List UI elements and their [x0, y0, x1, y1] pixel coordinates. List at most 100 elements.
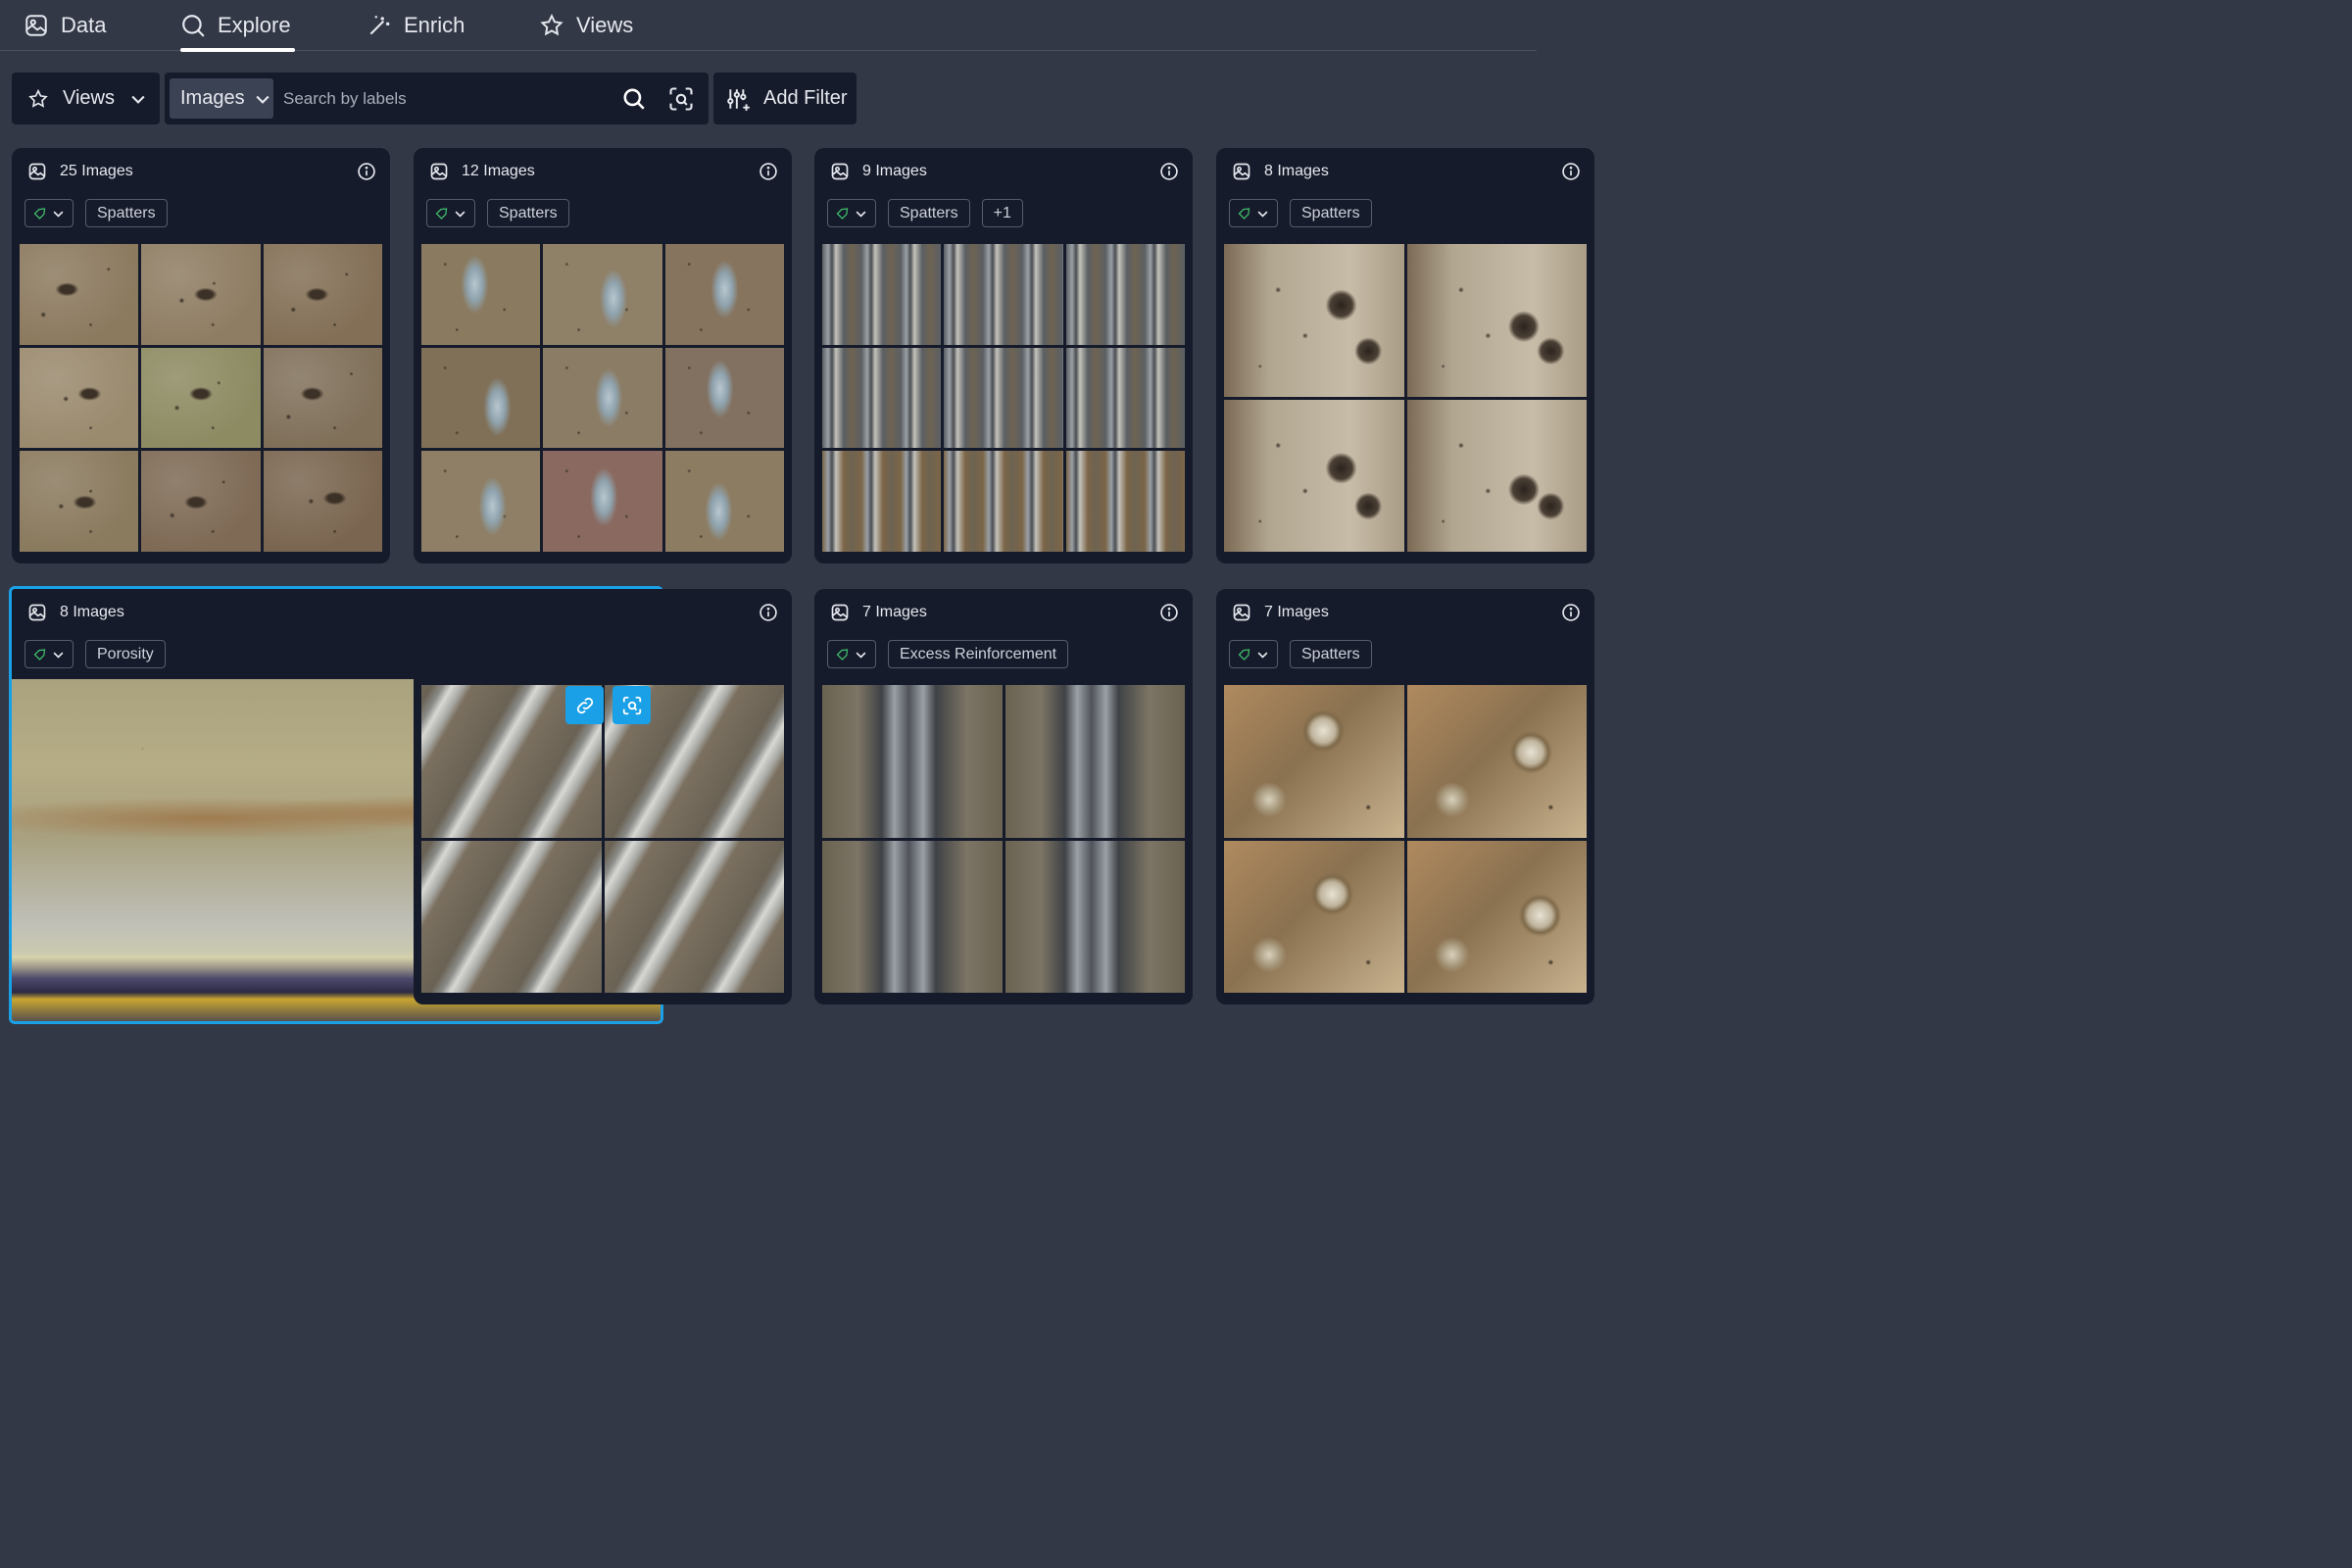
cluster-card[interactable]: 7 Images Spatters — [1216, 589, 1594, 1004]
image-count: 8 Images — [1264, 163, 1329, 179]
image-thumbnail[interactable] — [421, 244, 541, 345]
image-thumbnail[interactable] — [822, 840, 1003, 993]
image-thumbnail[interactable] — [1224, 244, 1404, 397]
image-thumbnail[interactable] — [1406, 840, 1587, 993]
label-status-dropdown[interactable] — [24, 199, 74, 227]
cluster-card[interactable]: 7 Images Excess Reinforcement — [814, 589, 1193, 1004]
tab-views[interactable]: Views — [539, 0, 633, 51]
tag-icon — [33, 648, 46, 661]
tab-enrich-label: Enrich — [404, 13, 466, 37]
image-count: 9 Images — [862, 163, 927, 179]
image-thumbnail[interactable] — [543, 347, 662, 449]
type-select[interactable]: Images — [170, 78, 273, 119]
image-thumbnail[interactable] — [1224, 685, 1404, 838]
label-status-dropdown[interactable] — [426, 199, 475, 227]
label-status-dropdown[interactable] — [1229, 199, 1278, 227]
cluster-card[interactable]: 25 Images Spatters — [12, 148, 390, 564]
magic-wand-icon — [369, 16, 390, 35]
visual-search-icon[interactable] — [667, 85, 695, 113]
label-chip[interactable]: Spatters — [888, 199, 970, 227]
image-count: 7 Images — [862, 604, 927, 620]
info-icon[interactable] — [1159, 603, 1179, 622]
tab-enrich[interactable]: Enrich — [367, 0, 465, 51]
image-thumbnail[interactable] — [604, 840, 784, 993]
info-icon[interactable] — [1159, 162, 1179, 181]
info-icon[interactable] — [1561, 603, 1581, 622]
search-icon[interactable] — [621, 86, 647, 112]
image-thumbnail[interactable] — [1065, 347, 1185, 449]
image-thumbnail[interactable] — [421, 451, 541, 552]
card-header: 25 Images — [12, 148, 390, 195]
label-status-dropdown[interactable] — [827, 640, 876, 668]
image-thumbnail[interactable] — [944, 347, 1063, 449]
label-chip[interactable]: Excess Reinforcement — [888, 640, 1069, 668]
image-icon — [430, 163, 448, 180]
tab-explore[interactable]: Explore — [180, 0, 295, 52]
cluster-card[interactable] — [414, 589, 792, 1004]
link-icon — [576, 697, 593, 713]
image-thumbnail[interactable] — [20, 347, 139, 449]
image-thumbnail[interactable] — [20, 244, 139, 345]
info-icon[interactable] — [357, 162, 376, 181]
chevron-down-icon — [856, 652, 866, 659]
image-icon — [28, 604, 46, 621]
image-thumbnail[interactable] — [1224, 399, 1404, 552]
search-input[interactable] — [283, 80, 607, 117]
image-thumbnail[interactable] — [1004, 685, 1185, 838]
image-thumbnail[interactable] — [822, 451, 942, 552]
image-thumbnail[interactable] — [263, 244, 382, 345]
info-icon[interactable] — [1561, 162, 1581, 181]
image-thumbnail[interactable] — [822, 685, 1003, 838]
image-thumbnail[interactable] — [944, 244, 1063, 345]
chevron-down-icon — [455, 211, 466, 218]
image-thumbnail[interactable] — [822, 244, 942, 345]
label-chip[interactable]: Porosity — [85, 640, 166, 668]
views-dropdown-label: Views — [63, 87, 115, 109]
label-status-dropdown[interactable] — [827, 199, 876, 227]
tag-icon — [836, 207, 849, 220]
image-thumbnail[interactable] — [664, 244, 784, 345]
image-thumbnail[interactable] — [944, 451, 1063, 552]
info-icon[interactable] — [759, 603, 778, 622]
image-thumbnail[interactable] — [263, 451, 382, 552]
image-thumbnail[interactable] — [664, 347, 784, 449]
label-chip[interactable]: Spatters — [487, 199, 569, 227]
search-bar: Images — [165, 73, 709, 124]
image-thumbnail[interactable] — [1406, 244, 1587, 397]
more-tags-chip[interactable]: +1 — [981, 199, 1023, 227]
image-thumbnail[interactable] — [141, 244, 261, 345]
image-thumbnail[interactable] — [141, 451, 261, 552]
find-similar-button[interactable] — [612, 686, 651, 724]
image-thumbnail[interactable] — [141, 347, 261, 449]
image-thumbnail[interactable] — [1224, 840, 1404, 993]
chevron-down-icon — [131, 95, 145, 104]
label-status-dropdown[interactable] — [24, 640, 74, 668]
copy-link-button[interactable] — [565, 686, 604, 724]
label-chip[interactable]: Spatters — [1290, 640, 1372, 668]
label-chip[interactable]: Spatters — [85, 199, 168, 227]
image-thumbnail[interactable] — [1065, 451, 1185, 552]
label-chip[interactable]: Spatters — [1290, 199, 1372, 227]
label-status-dropdown[interactable] — [1229, 640, 1278, 668]
tab-data[interactable]: Data — [24, 0, 106, 51]
image-thumbnail[interactable] — [263, 347, 382, 449]
image-thumbnail[interactable] — [543, 451, 662, 552]
image-thumbnail[interactable] — [1004, 840, 1185, 993]
image-thumbnail[interactable] — [20, 451, 139, 552]
image-thumbnail[interactable] — [1406, 399, 1587, 552]
info-icon[interactable] — [759, 162, 778, 181]
image-thumbnail[interactable] — [543, 244, 662, 345]
cluster-card[interactable]: 12 Images Spatters — [414, 148, 792, 564]
cluster-card[interactable]: 9 Images Spatters +1 — [814, 148, 1193, 564]
tag-icon — [33, 207, 46, 220]
image-thumbnail[interactable] — [1065, 244, 1185, 345]
image-thumbnail[interactable] — [421, 840, 602, 993]
image-thumbnail[interactable] — [664, 451, 784, 552]
image-count: 25 Images — [60, 163, 133, 179]
views-dropdown[interactable]: Views — [12, 73, 160, 124]
cluster-card[interactable]: 8 Images Spatters — [1216, 148, 1594, 564]
image-thumbnail[interactable] — [421, 347, 541, 449]
add-filter-button[interactable]: Add Filter — [713, 73, 857, 124]
image-thumbnail[interactable] — [822, 347, 942, 449]
image-thumbnail[interactable] — [1406, 685, 1587, 838]
